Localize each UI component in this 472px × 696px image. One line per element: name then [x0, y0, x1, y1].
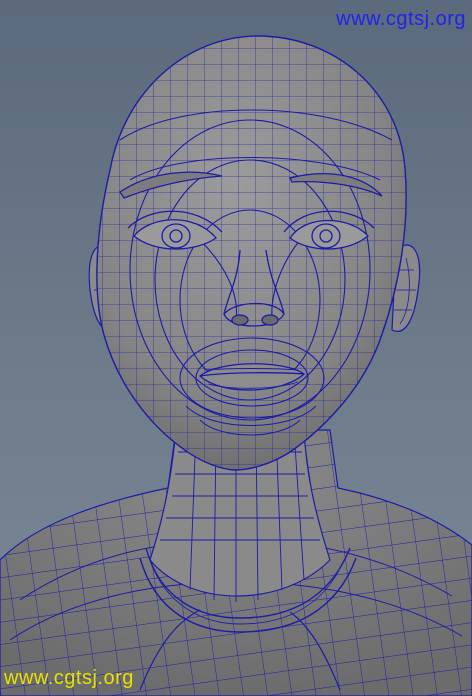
watermark-top-text: www.cgtsj.org [336, 8, 466, 30]
watermark-bottom-text: www.cgtsj.org [4, 667, 134, 689]
wireframe-head-model [0, 35, 472, 696]
head-mesh [96, 35, 407, 471]
viewport: www.cgtsj.org www.cgtsj.org [0, 0, 472, 696]
